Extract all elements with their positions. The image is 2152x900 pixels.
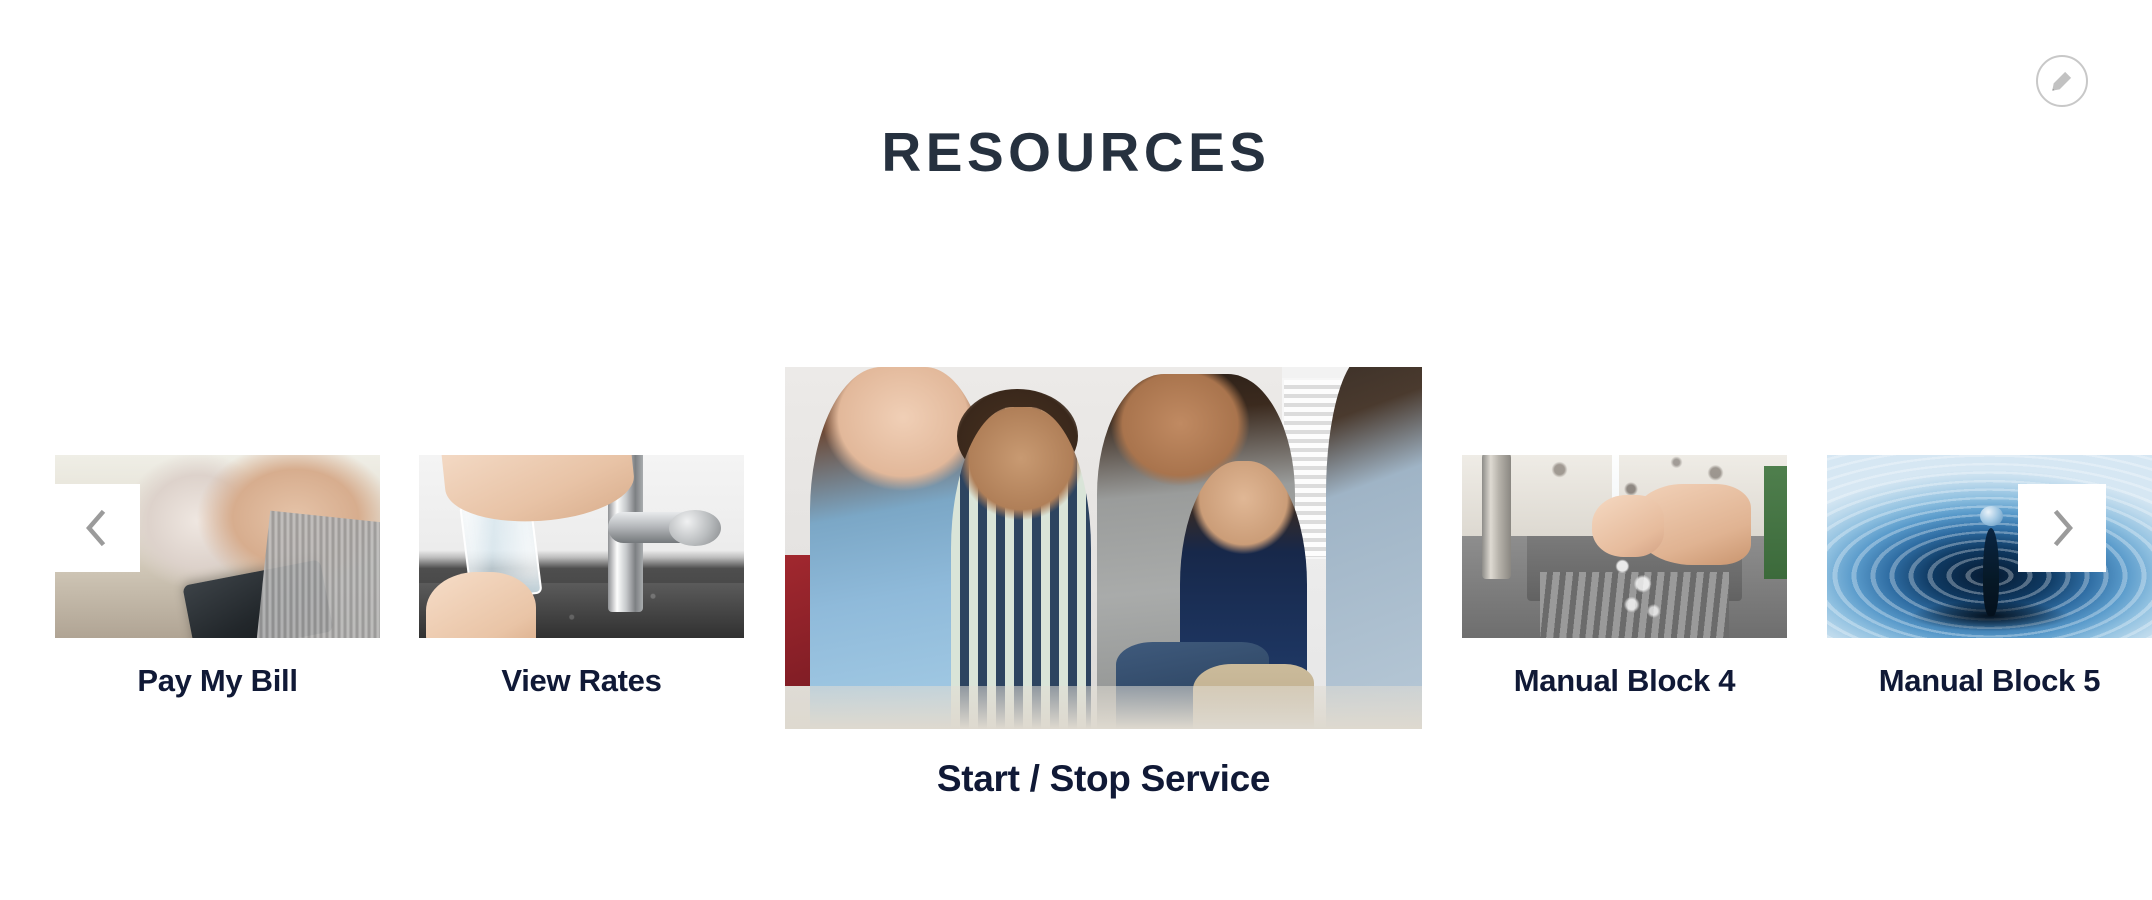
card-image-manual-block-4 — [1462, 455, 1787, 638]
carousel-card-manual-block-4[interactable]: Manual Block 4 — [1462, 455, 1787, 701]
card-image-start-stop-service — [785, 367, 1422, 729]
card-label: Manual Block 4 — [1513, 663, 1736, 698]
card-label: Manual Block 5 — [1878, 663, 2101, 698]
resources-carousel: Pay My Bill View Rates Start / Stop Serv… — [0, 0, 2152, 900]
card-label: View Rates — [501, 663, 662, 698]
carousel-card-view-rates[interactable]: View Rates — [419, 455, 744, 701]
chevron-left-icon — [83, 508, 109, 548]
card-label: Start / Stop Service — [936, 758, 1271, 799]
carousel-next-button[interactable] — [2018, 484, 2106, 572]
carousel-prev-button[interactable] — [52, 484, 140, 572]
card-label: Pay My Bill — [137, 663, 298, 698]
resources-page: RESOURCES Pay My Bill View Rates Start /… — [0, 0, 2152, 900]
carousel-card-start-stop-service[interactable]: Start / Stop Service — [785, 367, 1422, 802]
chevron-right-icon — [2049, 508, 2075, 548]
card-image-view-rates — [419, 455, 744, 638]
